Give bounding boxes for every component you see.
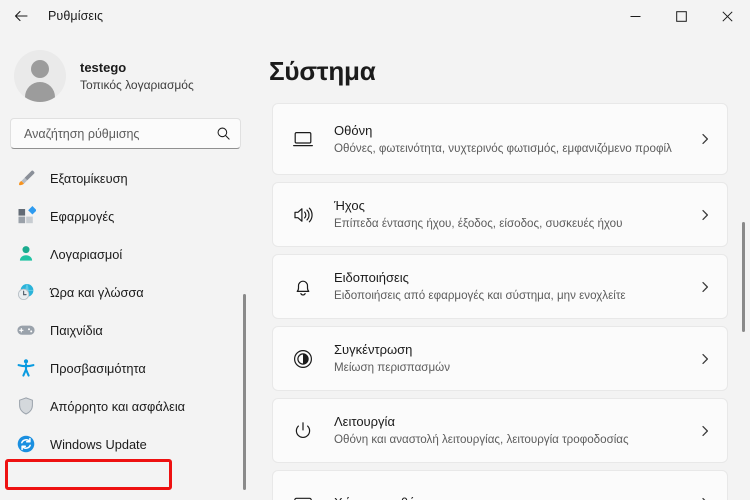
- paintbrush-icon: [15, 167, 37, 189]
- settings-card-text: Ειδοποιήσεις Ειδοποιήσεις από εφαρμογές …: [334, 269, 689, 304]
- person-icon: [15, 243, 37, 265]
- settings-card-title: Συγκέντρωση: [334, 342, 413, 358]
- sidebar: testego Τοπικός λογαριασμός Αναζήτηση ρύ…: [0, 32, 252, 500]
- sidebar-item-label: Απόρρητο και ασφάλεια: [50, 398, 186, 414]
- settings-card-list: Οθόνη Οθόνες, φωτεινότητα, νυχτερινός φω…: [252, 103, 750, 500]
- account-name: testego: [80, 59, 127, 75]
- sidebar-item-accounts[interactable]: Λογαριασμοί: [5, 236, 244, 272]
- accessibility-icon: [15, 357, 37, 379]
- chevron-right-icon[interactable]: [697, 131, 713, 147]
- main-content: Σύστημα Οθόνη Οθόνες, φωτεινότητα, νυχτε…: [252, 32, 750, 500]
- clock-globe-icon: [15, 281, 37, 303]
- settings-card-title: Χώρος αποθήκευσης: [334, 494, 689, 500]
- settings-card-subtitle: Οθόνη και αναστολή λειτουργίας, λειτουργ…: [334, 433, 629, 447]
- close-button[interactable]: [704, 0, 750, 32]
- bell-icon: [290, 274, 316, 300]
- speaker-icon: [290, 202, 316, 228]
- sidebar-item-label: Εφαρμογές: [50, 208, 115, 224]
- content-scrollbar[interactable]: [742, 222, 745, 332]
- window-controls: [612, 0, 750, 32]
- sidebar-item-label: Παιχνίδια: [50, 322, 103, 338]
- settings-card-title: Λειτουργία: [334, 414, 395, 430]
- settings-card-subtitle: Επίπεδα έντασης ήχου, έξοδος, είσοδος, σ…: [334, 217, 623, 231]
- title-bar: Ρυθμίσεις: [0, 0, 750, 32]
- sidebar-item-apps[interactable]: Εφαρμογές: [5, 198, 244, 234]
- monitor-icon: [290, 126, 316, 152]
- back-button[interactable]: [4, 1, 38, 31]
- sidebar-item-accessibility[interactable]: Προσβασιμότητα: [5, 350, 244, 386]
- settings-card-text: Λειτουργία Οθόνη και αναστολή λειτουργία…: [334, 413, 689, 448]
- sidebar-scrollbar[interactable]: [243, 294, 246, 490]
- settings-card-power[interactable]: Λειτουργία Οθόνη και αναστολή λειτουργία…: [272, 398, 728, 463]
- settings-card-subtitle: Οθόνες, φωτεινότητα, νυχτερινός φωτισμός…: [334, 141, 672, 155]
- sidebar-item-label: Εξατομίκευση: [50, 170, 128, 186]
- settings-card-storage[interactable]: Χώρος αποθήκευσης: [272, 470, 728, 500]
- maximize-button[interactable]: [658, 0, 704, 32]
- chevron-right-icon[interactable]: [697, 495, 713, 500]
- settings-card-title: Οθόνη: [334, 122, 373, 138]
- settings-card-sound[interactable]: Ήχος Επίπεδα έντασης ήχου, έξοδος, είσοδ…: [272, 182, 728, 247]
- settings-card-focus[interactable]: Συγκέντρωση Μείωση περισπασμών: [272, 326, 728, 391]
- account-text: testego Τοπικός λογαριασμός: [80, 59, 194, 94]
- sidebar-item-windows-update[interactable]: Windows Update: [5, 426, 244, 462]
- avatar-head: [31, 60, 49, 78]
- search-icon[interactable]: [216, 126, 231, 141]
- shield-icon: [15, 395, 37, 417]
- sidebar-item-time-language[interactable]: Ώρα και γλώσσα: [5, 274, 244, 310]
- sidebar-item-label: Windows Update: [50, 436, 147, 452]
- sidebar-item-privacy-security[interactable]: Απόρρητο και ασφάλεια: [5, 388, 244, 424]
- minimize-button[interactable]: [612, 0, 658, 32]
- settings-card-text: Οθόνη Οθόνες, φωτεινότητα, νυχτερινός φω…: [334, 122, 689, 157]
- window-title: Ρυθμίσεις: [48, 9, 104, 23]
- search-box[interactable]: [10, 118, 241, 149]
- sidebar-item-label: Ώρα και γλώσσα: [50, 284, 144, 300]
- settings-card-title: Ήχος: [334, 198, 365, 214]
- search-input[interactable]: [22, 125, 216, 142]
- power-icon: [290, 418, 316, 444]
- chevron-right-icon[interactable]: [697, 423, 713, 439]
- sidebar-item-label: Λογαριασμοί: [50, 246, 123, 262]
- settings-window: Ρυθμίσεις testego Τοπικός λογαριασμός Αν…: [0, 0, 750, 500]
- account-summary[interactable]: testego Τοπικός λογαριασμός: [0, 32, 252, 106]
- settings-card-subtitle: Ειδοποιήσεις από εφαρμογές και σύστημα, …: [334, 289, 626, 303]
- apps-grid-icon: [15, 205, 37, 227]
- gamepad-icon: [15, 319, 37, 341]
- sidebar-item-label: Προσβασιμότητα: [50, 360, 146, 376]
- settings-card-text: Συγκέντρωση Μείωση περισπασμών: [334, 341, 689, 376]
- avatar-body: [25, 82, 55, 102]
- settings-card-text: Ήχος Επίπεδα έντασης ήχου, έξοδος, είσοδ…: [334, 197, 689, 232]
- avatar: [14, 50, 66, 102]
- page-title: Σύστημα: [269, 56, 376, 86]
- settings-card-title: Ειδοποιήσεις: [334, 270, 409, 286]
- sidebar-item-gaming[interactable]: Παιχνίδια: [5, 312, 244, 348]
- sidebar-nav: Εξατομίκευση Εφαρμογές Λογαριασμοί Ώρα κ…: [0, 160, 252, 462]
- settings-card-notifications[interactable]: Ειδοποιήσεις Ειδοποιήσεις από εφαρμογές …: [272, 254, 728, 319]
- storage-icon: [290, 490, 316, 500]
- chevron-right-icon[interactable]: [697, 207, 713, 223]
- focus-moon-icon: [290, 346, 316, 372]
- settings-card-subtitle: Μείωση περισπασμών: [334, 361, 450, 375]
- settings-card-text: Χώρος αποθήκευσης: [334, 494, 689, 500]
- sidebar-item-personalization[interactable]: Εξατομίκευση: [5, 160, 244, 196]
- account-type: Τοπικός λογαριασμός: [80, 77, 194, 92]
- settings-card-display[interactable]: Οθόνη Οθόνες, φωτεινότητα, νυχτερινός φω…: [272, 103, 728, 175]
- chevron-right-icon[interactable]: [697, 279, 713, 295]
- chevron-right-icon[interactable]: [697, 351, 713, 367]
- windows-update-icon: [15, 433, 37, 455]
